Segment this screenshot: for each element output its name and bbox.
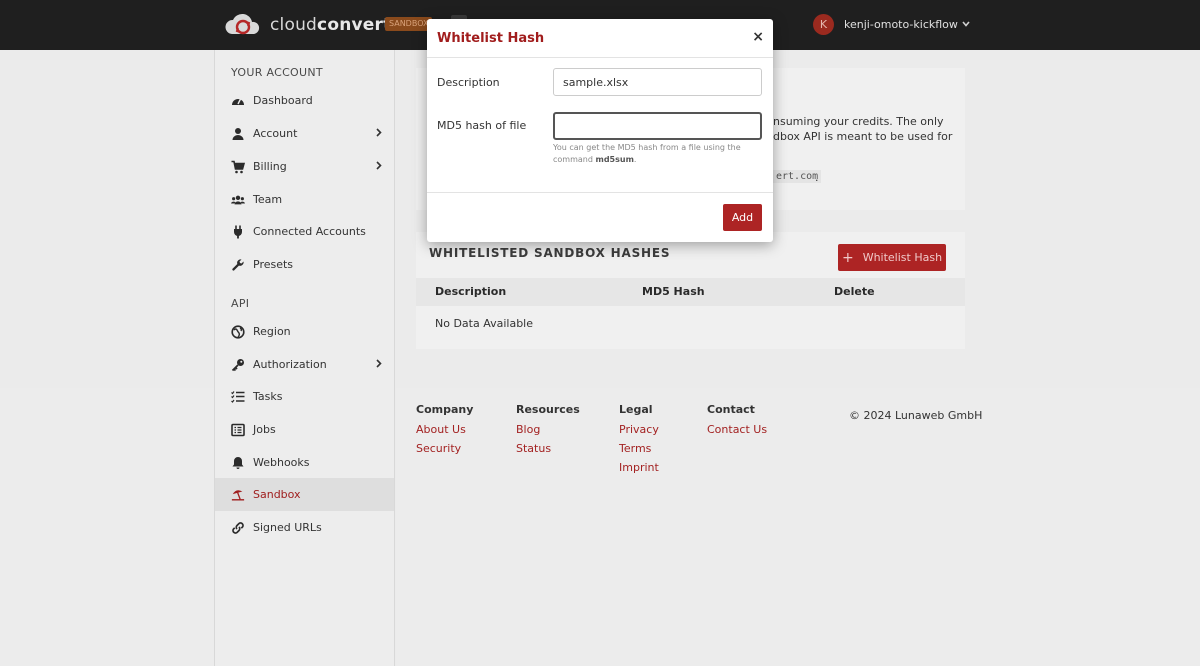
md5sum-command: md5sum <box>595 155 634 164</box>
modal-header: Whitelist Hash × <box>427 19 773 58</box>
md5-hash-label: MD5 hash of file <box>437 119 527 132</box>
modal-footer: Add <box>427 192 773 242</box>
description-label: Description <box>437 76 500 89</box>
md5-help-text-body: You can get the MD5 hash from a file usi… <box>553 143 741 164</box>
description-input[interactable] <box>553 68 762 96</box>
modal-title: Whitelist Hash <box>437 31 545 46</box>
md5-hash-input[interactable] <box>553 112 762 140</box>
md5-help-text: You can get the MD5 hash from a file usi… <box>553 142 753 166</box>
add-button[interactable]: Add <box>723 204 762 231</box>
whitelist-hash-modal: Whitelist Hash × Description MD5 hash of… <box>427 19 773 242</box>
close-icon[interactable]: × <box>752 29 764 45</box>
md5-help-period: . <box>633 155 637 164</box>
